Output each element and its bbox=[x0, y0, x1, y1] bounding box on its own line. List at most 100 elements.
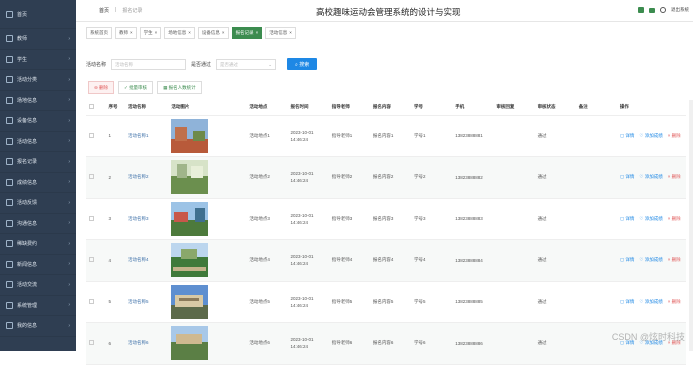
row-checkbox[interactable] bbox=[89, 299, 94, 304]
delete-link[interactable]: × 删除 bbox=[668, 257, 681, 263]
add-score-link[interactable]: ♡ 添加成绩 bbox=[639, 299, 662, 305]
tab[interactable]: 活动信息× bbox=[265, 27, 296, 39]
sidebar-item[interactable]: 我的信息› bbox=[0, 316, 76, 337]
sidebar-item[interactable]: 教师› bbox=[0, 29, 76, 50]
tab[interactable]: 学生× bbox=[140, 27, 162, 39]
tab[interactable]: 设备信息× bbox=[198, 27, 229, 39]
tab[interactable]: 报名记录× bbox=[232, 27, 263, 39]
row-checkbox[interactable] bbox=[89, 133, 94, 138]
user-icon[interactable] bbox=[660, 7, 666, 13]
table-row[interactable]: 5活动名称5活动地点52023-10-01 14:46:24指导老师5报名内容5… bbox=[86, 281, 686, 323]
sidebar-item[interactable]: 活动反馈› bbox=[0, 193, 76, 214]
cell-name: 活动名称3 bbox=[125, 198, 168, 240]
row-checkbox[interactable] bbox=[89, 257, 94, 262]
add-score-link[interactable]: ♡ 添加成绩 bbox=[639, 257, 662, 263]
vertical-scrollbar[interactable] bbox=[689, 100, 693, 351]
sidebar-item-label: 新闻信息 bbox=[17, 261, 37, 268]
cell-name: 活动名称4 bbox=[125, 240, 168, 282]
sidebar-item[interactable]: 稀缺费约› bbox=[0, 234, 76, 255]
sidebar-item[interactable]: 报名记录› bbox=[0, 152, 76, 173]
chevron-right-icon: › bbox=[68, 56, 70, 62]
cell-phone: 13823888884 bbox=[452, 240, 493, 282]
sidebar-item[interactable]: 设备信息› bbox=[0, 111, 76, 132]
tab[interactable]: 系统首页 bbox=[86, 27, 112, 39]
tab-label: 设备信息 bbox=[202, 30, 220, 35]
breadcrumb-home[interactable]: 首页 bbox=[99, 7, 109, 14]
close-icon[interactable]: × bbox=[256, 30, 259, 35]
tab[interactable]: 教师× bbox=[115, 27, 137, 39]
sidebar-item[interactable]: 活动信息› bbox=[0, 132, 76, 153]
sidebar-item[interactable]: 活动分类› bbox=[0, 70, 76, 91]
sidebar-item[interactable]: 学生› bbox=[0, 50, 76, 71]
sidebar-item[interactable]: 沟通信息› bbox=[0, 214, 76, 235]
sidebar: 首页教师›学生›活动分类›场地信息›设备信息›活动信息›报名记录›成绩信息›活动… bbox=[0, 0, 76, 351]
detail-link-label: 详情 bbox=[625, 174, 634, 179]
pass-status-select[interactable]: 是否通过 ⌄ bbox=[216, 59, 276, 70]
cell-teacher: 指导老师1 bbox=[329, 115, 370, 157]
sidebar-item[interactable]: 成绩信息› bbox=[0, 173, 76, 194]
cell-sid: 学号4 bbox=[411, 240, 452, 282]
detail-link[interactable]: ▢ 详情 bbox=[620, 216, 635, 222]
delete-link-label: 删除 bbox=[672, 216, 681, 221]
sidebar-item-label: 教师 bbox=[17, 35, 27, 42]
activity-name-input[interactable]: 活动名称 bbox=[111, 59, 186, 70]
add-score-link[interactable]: ♡ 添加成绩 bbox=[639, 174, 662, 180]
table-row[interactable]: 2活动名称2活动地点22023-10-01 14:46:24指导老师2报名内容2… bbox=[86, 157, 686, 199]
sidebar-item-label: 活动分类 bbox=[17, 76, 37, 83]
settings-icon bbox=[6, 302, 13, 309]
mail-icon[interactable] bbox=[649, 8, 655, 13]
sidebar-item-label: 活动交流 bbox=[17, 281, 37, 288]
close-icon[interactable]: × bbox=[289, 30, 292, 35]
tab[interactable]: 场地信息× bbox=[164, 27, 195, 39]
detail-link[interactable]: ▢ 详情 bbox=[620, 133, 635, 139]
sidebar-item-label: 我的信息 bbox=[17, 322, 37, 329]
close-icon[interactable]: × bbox=[155, 30, 158, 35]
table-row[interactable]: 6活动名称6活动地点62023-10-01 14:46:24指导老师6报名内容6… bbox=[86, 323, 686, 365]
cell-name: 活动名称1 bbox=[125, 115, 168, 157]
row-actions: ▢ 详情 ♡ 添加成绩 × 删除 bbox=[617, 240, 686, 282]
app-title: 高校趣味运动会管理系统的设计与实现 bbox=[316, 6, 461, 18]
search-button[interactable]: ⌕ 搜索 bbox=[287, 58, 317, 70]
sidebar-item[interactable]: 新闻信息› bbox=[0, 255, 76, 276]
add-score-link-label: 添加成绩 bbox=[645, 216, 663, 221]
activity-photo-cell bbox=[168, 115, 246, 157]
delete-link[interactable]: × 删除 bbox=[668, 299, 681, 305]
pass-status-label: 是否通过 bbox=[191, 61, 211, 68]
close-icon[interactable]: × bbox=[188, 30, 191, 35]
table-row[interactable]: 4活动名称4活动地点42023-10-01 14:46:24指导老师4报名内容4… bbox=[86, 240, 686, 282]
detail-link[interactable]: ▢ 详情 bbox=[620, 174, 635, 180]
delete-link-label: 删除 bbox=[672, 133, 681, 138]
column-header: 活动地点 bbox=[246, 100, 287, 115]
sidebar-item[interactable]: 活动交流› bbox=[0, 275, 76, 296]
logout-link[interactable]: 退出系统 bbox=[671, 7, 689, 13]
sidebar-item[interactable]: 场地信息› bbox=[0, 91, 76, 112]
add-score-link[interactable]: ♡ 添加成绩 bbox=[639, 216, 662, 222]
delete-link[interactable]: × 删除 bbox=[668, 216, 681, 222]
batch-review-button[interactable]: ✓ 批量审核 bbox=[118, 81, 153, 94]
table-row[interactable]: 1活动名称1活动地点12023-10-01 14:46:24指导老师1报名内容1… bbox=[86, 115, 686, 157]
close-icon[interactable]: × bbox=[222, 30, 225, 35]
bell-icon[interactable] bbox=[638, 7, 644, 13]
table-body: 1活动名称1活动地点12023-10-01 14:46:24指导老师1报名内容1… bbox=[86, 115, 686, 364]
delete-link[interactable]: × 删除 bbox=[668, 133, 681, 139]
detail-link[interactable]: ▢ 详情 bbox=[620, 299, 635, 305]
detail-link[interactable]: ▢ 详情 bbox=[620, 257, 635, 263]
delete-button[interactable]: ⊖ 删除 bbox=[88, 81, 114, 94]
chat-icon bbox=[6, 220, 13, 227]
delete-link[interactable]: × 删除 bbox=[668, 174, 681, 180]
category-icon bbox=[6, 76, 13, 83]
sidebar-item[interactable]: 系统管理› bbox=[0, 296, 76, 317]
select-all-checkbox[interactable] bbox=[89, 104, 94, 109]
sidebar-item-label: 沟通信息 bbox=[17, 220, 37, 227]
row-checkbox[interactable] bbox=[89, 340, 94, 345]
activity-photo bbox=[171, 202, 208, 236]
stats-button[interactable]: ▦ 报名人数统计 bbox=[157, 81, 202, 94]
row-checkbox[interactable] bbox=[89, 174, 94, 179]
table-row[interactable]: 3活动名称3活动地点32023-10-01 14:46:24指导老师3报名内容3… bbox=[86, 198, 686, 240]
close-icon[interactable]: × bbox=[130, 30, 133, 35]
row-actions: ▢ 详情♡ 添加成绩× 删除 bbox=[617, 323, 686, 365]
cell-reply bbox=[493, 157, 534, 199]
sidebar-item[interactable]: 首页 bbox=[0, 0, 76, 29]
row-checkbox[interactable] bbox=[89, 216, 94, 221]
add-score-link[interactable]: ♡ 添加成绩 bbox=[639, 133, 662, 139]
